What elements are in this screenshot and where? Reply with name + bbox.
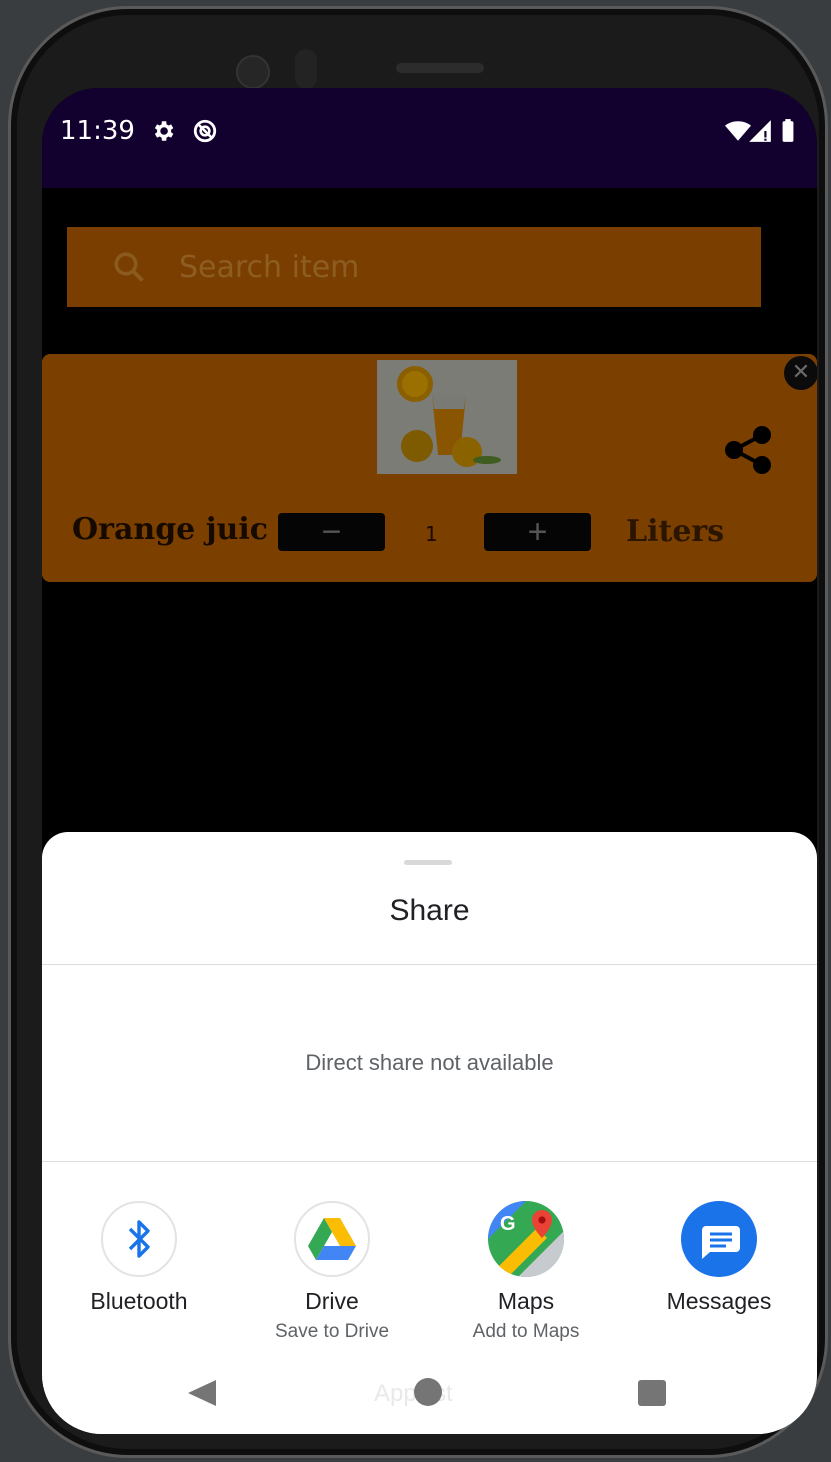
recents-button[interactable] <box>638 1380 666 1406</box>
share-target-drive[interactable]: Drive Save to Drive <box>235 1200 429 1343</box>
gear-icon <box>154 121 174 141</box>
proximity-sensor <box>295 49 317 89</box>
share-target-bluetooth[interactable]: Bluetooth <box>42 1200 236 1315</box>
signal-icon <box>749 120 771 142</box>
share-target-maps[interactable]: G Maps Add to Maps <box>429 1200 623 1343</box>
screen: 11:39 Search item ✕ Orange juic − 1 + Li… <box>42 88 817 1434</box>
direct-share-message: Direct share not available <box>305 1050 554 1075</box>
bluetooth-icon <box>101 1201 177 1277</box>
front-camera <box>236 55 270 89</box>
divider <box>42 964 817 965</box>
target-label: Maps <box>497 1288 555 1314</box>
target-sublabel: Save to Drive <box>274 1321 390 1342</box>
share-target-messages[interactable]: Messages <box>622 1200 816 1315</box>
target-label: Messages <box>666 1288 772 1314</box>
messages-icon <box>681 1201 757 1277</box>
home-button[interactable] <box>414 1378 442 1406</box>
maps-icon: G <box>488 1201 564 1277</box>
target-sublabel: Add to Maps <box>472 1321 580 1342</box>
svg-text:G: G <box>500 1213 516 1235</box>
status-time: 11:39 <box>60 116 135 146</box>
navigation-bar: App list <box>42 1346 817 1434</box>
drag-handle[interactable] <box>404 860 452 865</box>
share-sheet: Share Direct share not available Bluetoo… <box>42 832 817 1434</box>
share-targets: Bluetooth Drive Save to Drive G Maps Add… <box>42 1200 817 1343</box>
sync-icon <box>193 119 217 143</box>
target-label: Bluetooth <box>90 1288 188 1314</box>
earpiece-speaker <box>396 63 484 73</box>
status-bar: 11:39 <box>42 88 817 188</box>
divider <box>42 1161 817 1162</box>
back-button[interactable] <box>188 1380 216 1406</box>
drive-icon <box>294 1201 370 1277</box>
sheet-title: Share <box>389 894 470 927</box>
battery-icon <box>782 119 794 142</box>
target-label: Drive <box>305 1288 359 1314</box>
